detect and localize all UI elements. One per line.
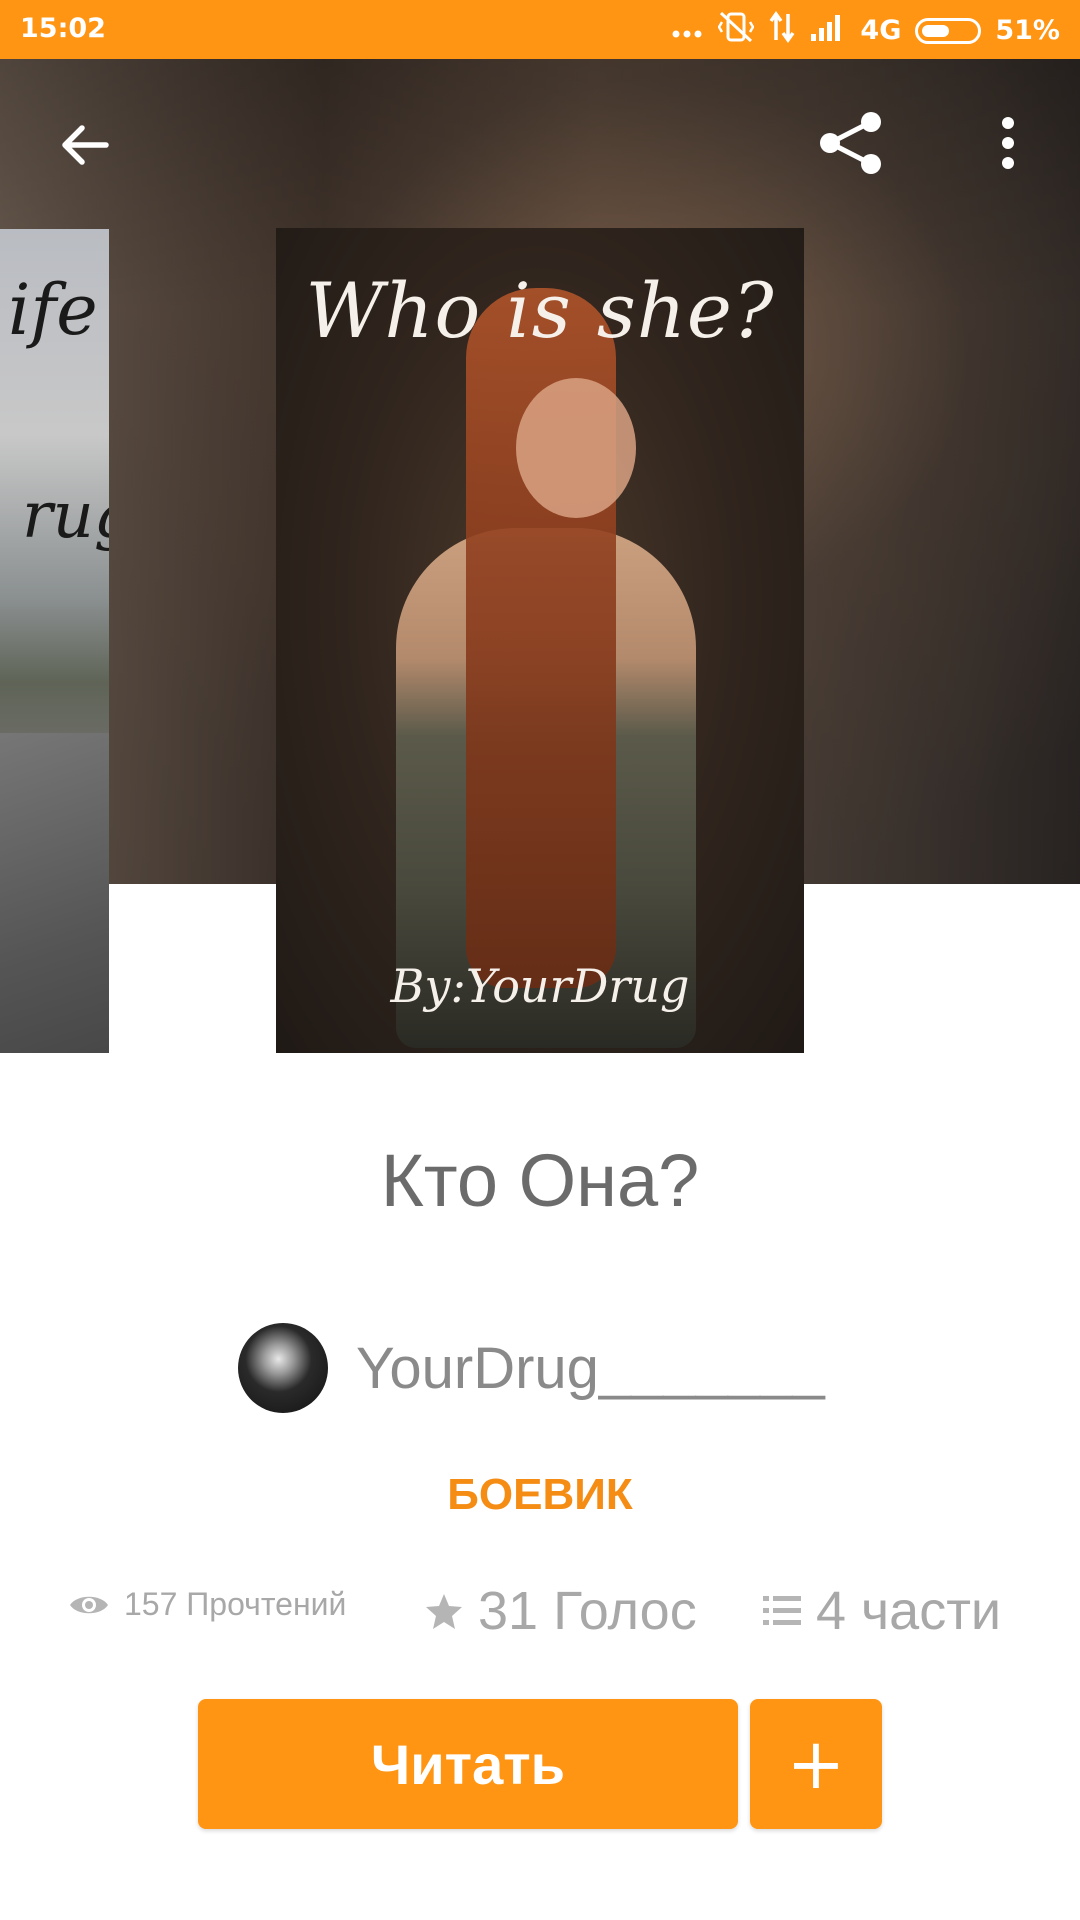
- author-name[interactable]: YourDrug_______: [356, 1335, 825, 1402]
- cover-title: Who is she?: [305, 266, 775, 355]
- reads-count: 157 Прочтений: [124, 1586, 347, 1622]
- status-time: 15:02: [20, 13, 106, 44]
- share-button[interactable]: [806, 98, 896, 188]
- previous-cover-title: ife: [8, 269, 98, 351]
- parts-stat: 4 части: [762, 1580, 1001, 1642]
- reads-stat: 157 Прочтений: [68, 1586, 346, 1623]
- parts-count: 4 части: [816, 1581, 1002, 1641]
- author-link[interactable]: YourDrug_______: [238, 1322, 825, 1414]
- book-title: Кто Она?: [380, 1139, 700, 1222]
- vibrate-off-icon: [717, 10, 755, 51]
- votes-count: 31 Голос: [478, 1581, 697, 1641]
- cover-byline: By:YourDrug: [390, 959, 690, 1013]
- author-avatar[interactable]: [238, 1323, 328, 1413]
- previous-cover-author: rug: [22, 479, 109, 553]
- status-bar: 15:02 4G 51%: [0, 0, 1080, 59]
- more-dots-icon: [670, 12, 704, 49]
- back-button[interactable]: [40, 100, 130, 190]
- read-button[interactable]: Читать: [198, 1699, 738, 1829]
- data-arrows-icon: [768, 10, 796, 51]
- signal-icon: [810, 12, 846, 49]
- battery-icon: [915, 17, 982, 44]
- book-cover[interactable]: Who is she? By:YourDrug: [276, 228, 804, 1053]
- status-icons: 4G 51%: [670, 10, 1060, 51]
- genre-label[interactable]: БОЕВИК: [0, 1470, 1080, 1520]
- previous-book-cover[interactable]: ife rug: [0, 229, 109, 1053]
- more-vertical-icon: [1002, 117, 1014, 169]
- network-type: 4G: [860, 15, 902, 46]
- list-icon: [762, 1593, 802, 1629]
- arrow-back-icon: [62, 125, 109, 165]
- add-to-library-button[interactable]: +: [750, 1699, 882, 1829]
- more-options-button[interactable]: [968, 98, 1048, 188]
- eye-icon: [68, 1590, 110, 1620]
- story-stats: 157 Прочтений 31 Голос 4 части: [0, 1580, 1080, 1660]
- battery-percent: 51%: [995, 15, 1060, 46]
- share-icon: [820, 112, 881, 174]
- votes-stat: 31 Голос: [424, 1580, 697, 1642]
- star-icon: [424, 1591, 464, 1631]
- description-preview: [78, 1890, 1018, 1920]
